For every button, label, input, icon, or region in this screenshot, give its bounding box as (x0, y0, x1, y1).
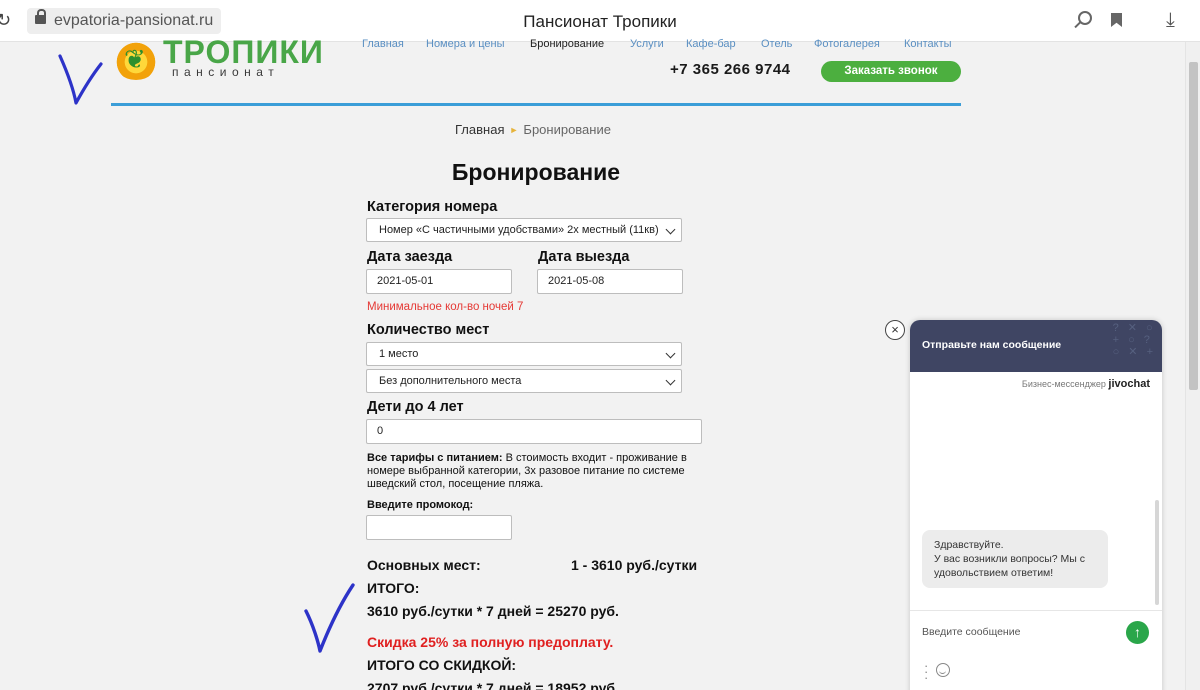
chat-greeting-message: Здравствуйте. У вас возникли вопросы? Мы… (922, 530, 1108, 588)
children-input[interactable]: 0 (366, 419, 702, 444)
category-select-value: Номер «С частичными удобствами» 2х местн… (379, 224, 659, 236)
places-select[interactable]: 1 место (366, 342, 682, 366)
nav-item-home[interactable]: Главная (362, 38, 404, 50)
checkin-date-input[interactable]: 2021-05-01 (366, 269, 512, 294)
category-label: Категория номера (367, 199, 498, 215)
logo-title[interactable]: ТРОПИКИ (163, 35, 324, 69)
category-select[interactable]: Номер «С частичными удобствами» 2х местн… (366, 218, 682, 242)
logo-palm-icon: ❦ (124, 44, 146, 74)
nav-item-contacts[interactable]: Контакты (904, 38, 952, 50)
tariff-note-title: Все тарифы с питанием: (367, 452, 503, 464)
logo-subtitle: пансионат (172, 65, 280, 79)
main-places-value: 1 - 3610 руб./сутки (571, 557, 698, 573)
chat-widget: ? ✕ ○ + ○ ? ○ ✕ + Отправьте нам сообщение … (910, 320, 1162, 690)
chat-message-input[interactable]: Введите сообщение (922, 626, 1020, 638)
breadcrumb: Главная ► Бронирование (455, 122, 611, 137)
checkin-label: Дата заезда (367, 249, 453, 265)
chat-brand-prefix: Бизнес-мессенджер (1021, 379, 1106, 389)
chat-brand-name: jivochat (1108, 378, 1150, 390)
chat-greeting-line2: У вас возникли вопросы? Мы с удовольстви… (934, 553, 1086, 579)
chat-close-icon[interactable]: × (885, 320, 905, 340)
checkout-label: Дата выезда (538, 249, 630, 265)
chat-header-pattern: ? ✕ ○ + ○ ? ○ ✕ + (1112, 322, 1156, 358)
total-formula: 3610 руб./сутки * 7 дней = 25270 руб. (367, 603, 619, 619)
header-divider (111, 103, 961, 106)
phone-number[interactable]: +7 365 266 9744 (670, 61, 791, 78)
chat-brand[interactable]: Бизнес-мессенджер jivochat (1022, 378, 1150, 390)
download-icon[interactable]: ⤓ (1166, 9, 1175, 32)
menu-dots-icon[interactable]: · · · (924, 659, 928, 684)
chat-header-title: Отправьте нам сообщение (922, 339, 1062, 351)
main-places-label: Основных мест: (367, 557, 481, 573)
breadcrumb-home[interactable]: Главная (455, 122, 504, 137)
nav-item-rooms[interactable]: Номера и цены (426, 38, 505, 50)
chat-greeting-line1: Здравствуйте. (934, 539, 1004, 551)
places-select-value: 1 место (379, 348, 419, 360)
nav-item-cafe[interactable]: Кафе-бар (686, 38, 736, 50)
discount-note: Скидка 25% за полную предоплату. (367, 634, 614, 650)
chevron-down-icon (665, 224, 676, 235)
nav-item-services[interactable]: Услуги (630, 38, 664, 50)
discounted-total-label: ИТОГО СО СКИДКОЙ: (367, 657, 517, 673)
chevron-down-icon (665, 348, 676, 359)
tab-title: Пансионат Тропики (523, 12, 677, 31)
total-label: ИТОГО: (367, 580, 420, 596)
emoji-icon[interactable] (936, 663, 950, 677)
chat-input-area: Введите сообщение ↑ · · · (910, 610, 1162, 690)
places-label: Количество мест (367, 322, 490, 338)
request-call-button[interactable]: Заказать звонок (821, 61, 961, 82)
promo-label: Введите промокод: (367, 499, 474, 511)
discounted-total-formula: 2707 руб./сутки * 7 дней = 18952 руб. (367, 680, 619, 690)
tariff-note: Все тарифы с питанием: В стоимость входи… (367, 452, 707, 491)
nav-item-gallery[interactable]: Фотогалерея (814, 38, 880, 50)
promo-input[interactable] (366, 515, 512, 540)
breadcrumb-separator-icon: ► (509, 125, 519, 135)
page-title: Бронирование (451, 159, 621, 185)
nav-item-hotel[interactable]: Отель (761, 38, 792, 50)
send-icon[interactable]: ↑ (1126, 621, 1149, 644)
min-nights-warning: Минимальное кол-во ночей 7 (367, 301, 524, 313)
chevron-down-icon (665, 375, 676, 386)
chat-header: ? ✕ ○ + ○ ? ○ ✕ + Отправьте нам сообщение (910, 320, 1162, 372)
checkout-date-input[interactable]: 2021-05-08 (537, 269, 683, 294)
ink-check-top (58, 54, 103, 105)
nav-item-booking[interactable]: Бронирование (530, 38, 604, 50)
ink-check-bottom (304, 583, 355, 653)
scrollbar-thumb[interactable] (1189, 62, 1198, 390)
breadcrumb-current: Бронирование (523, 122, 611, 137)
chat-scrollbar[interactable] (1155, 500, 1159, 605)
extra-place-select-value: Без дополнительного места (379, 375, 522, 387)
page-scrollbar[interactable] (1185, 42, 1200, 690)
search-icon[interactable] (1073, 11, 1092, 29)
extra-place-select[interactable]: Без дополнительного места (366, 369, 682, 393)
children-label: Дети до 4 лет (367, 399, 464, 415)
